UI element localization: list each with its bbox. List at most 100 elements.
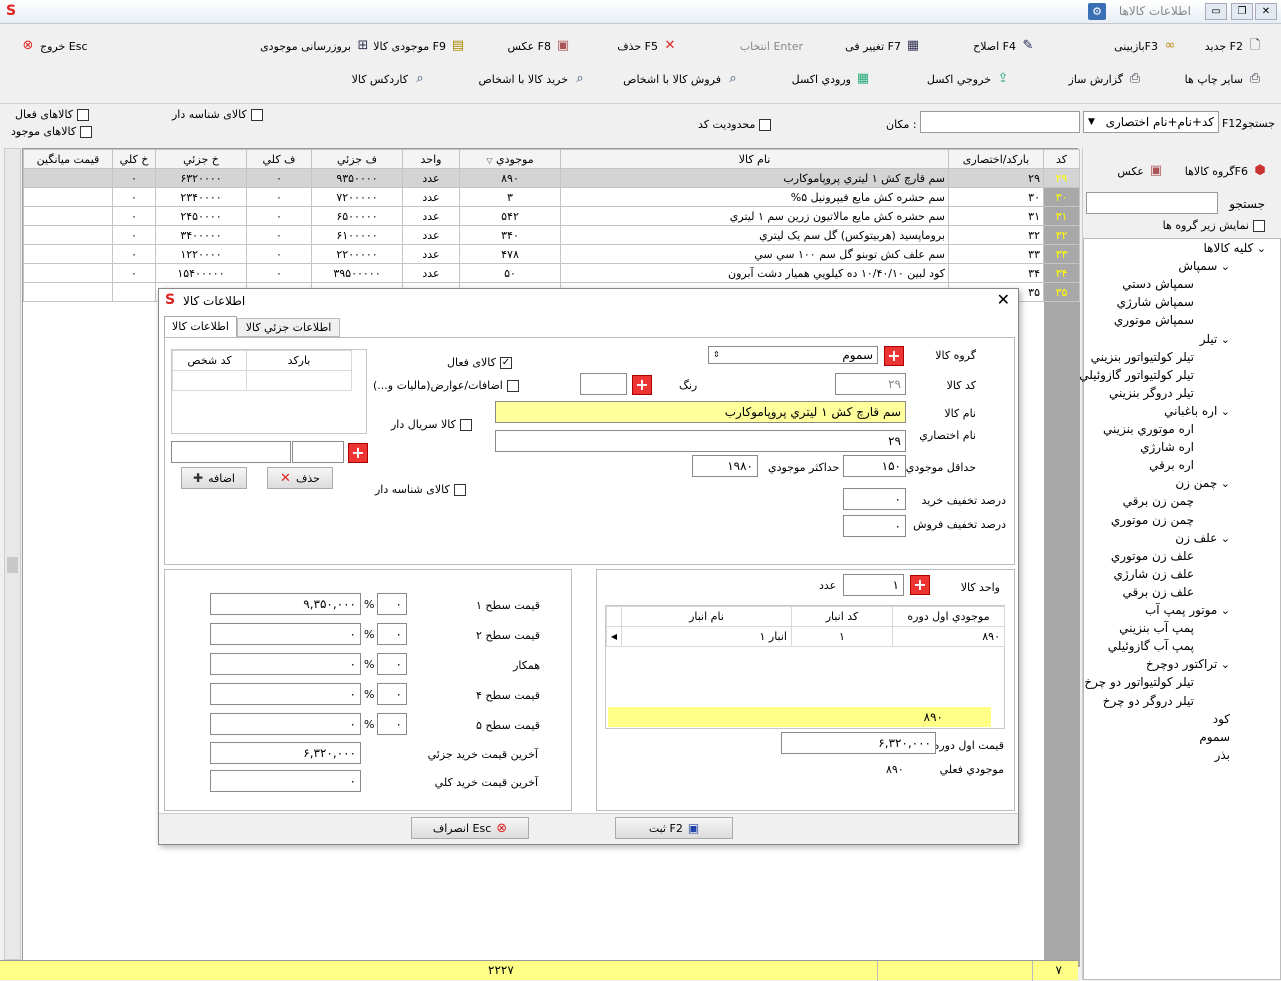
col-name[interactable]: نام کالا [560, 149, 949, 169]
last-wholesale-field[interactable]: ۰ [210, 770, 361, 792]
tree-item[interactable]: چمن زن موتوري [1111, 513, 1194, 527]
toolbar-cardex[interactable]: کاردکس کالا ⌕ [352, 68, 428, 90]
toolbar-exit[interactable]: ⊗ خروج Esc [20, 35, 88, 57]
price-level-percent[interactable]: ۰ [377, 683, 407, 705]
price-level-value[interactable]: ۹,۳۵۰,۰۰۰ [210, 593, 361, 615]
toolbar-excel-import[interactable]: ورودي اکسل ▦ [792, 68, 871, 90]
cell-retail-buy[interactable]: ۱۵۴۰۰۰۰۰ [155, 263, 247, 283]
table-row[interactable]: ۳۲ ۳۲ بروماپسيد (هربيتوکس) گل سم يک ليتري ۳… [23, 225, 1080, 245]
delete-barcode-button[interactable]: ✕ حذف [267, 467, 333, 489]
col-retail-sell[interactable]: ف جزئي [311, 149, 403, 169]
tree-group[interactable]: چمن زن ⌄ [1175, 476, 1230, 490]
code-limit-checkbox[interactable]: محدودیت کد [698, 118, 772, 131]
cell-code[interactable]: ۳۳ [1043, 244, 1080, 264]
cell-avg-price[interactable] [23, 244, 113, 264]
cell-wholesale-buy[interactable]: ۰ [112, 244, 156, 264]
chevron-down-icon[interactable]: ⌄ [1253, 242, 1266, 255]
tree-item[interactable]: پمپ آب گازوئيلي [1108, 639, 1194, 653]
table-row[interactable]: ۳۰ ۳۰ سم حشره کش مايع فيپرونيل ۵% ۳ عدد ۷۲۰۰۰… [23, 187, 1080, 207]
extras-box[interactable] [506, 379, 519, 392]
cell-stock[interactable]: ۵۴۲ [459, 206, 561, 226]
cell-name[interactable]: سم قارچ کش ۱ ليتري پروپاموکارب [560, 168, 949, 188]
table-row[interactable]: ۳۱ ۳۱ سم حشره کش مايع مالاتيون زرين سم ۱ ل… [23, 206, 1080, 226]
min-stock-field[interactable]: ۱۵۰ [843, 455, 906, 477]
show-subgroups-checkbox[interactable]: نمایش زير گروه ها [1163, 219, 1265, 232]
tree-item[interactable]: اره شارژي [1140, 440, 1194, 454]
cell-wholesale-buy[interactable]: ۰ [112, 187, 156, 207]
chevron-down-icon[interactable]: ⌄ [1217, 260, 1230, 273]
cell-wholesale-buy[interactable]: ۰ [112, 206, 156, 226]
toolbar-report-builder[interactable]: گزارش ساز ⎙ [1069, 68, 1143, 90]
tree-item[interactable]: اره موتوري بنزيني [1103, 422, 1194, 436]
tree-group[interactable]: تراکتور دوچرخ ⌄ [1146, 657, 1230, 671]
tree-item[interactable]: تيلر کولتيواتور دو چرخ [1084, 675, 1194, 689]
save-button[interactable]: ثبت F2 ▣ [615, 817, 733, 839]
table-row[interactable]: ۳۳ ۳۳ سم علف کش توبنو گل سم ۱۰۰ سي سي ۴۷۸ عد… [23, 244, 1080, 264]
active-goods-box[interactable] [77, 108, 90, 121]
cell-name[interactable]: سم حشره کش مايع فيپرونيل ۵% [560, 187, 949, 207]
cell-warehouse-name[interactable]: انبار ۱ [621, 626, 792, 647]
tree-item[interactable]: علف زن برقي [1123, 585, 1195, 599]
tree-group[interactable]: اره باغباني ⌄ [1164, 404, 1230, 418]
add-button[interactable]: ✚ اضافه [181, 467, 247, 489]
cell-retail-buy[interactable]: ۲۳۴۰۰۰۰ [155, 187, 247, 207]
tree-group[interactable]: تيلر ⌄ [1200, 332, 1230, 346]
tab-detail-info[interactable]: اطلاعات جزئي کالا [237, 318, 340, 337]
tree-item[interactable]: تيلر کولتيواتور بنزيني [1091, 350, 1194, 364]
tree-group[interactable]: سموم [1199, 730, 1230, 744]
chevron-down-icon[interactable]: ⌄ [1217, 405, 1230, 418]
group-search-input[interactable] [1086, 192, 1218, 214]
code-field[interactable]: ۲۹ [835, 373, 906, 395]
existing-goods-box[interactable] [80, 125, 93, 138]
cell-unit[interactable]: عدد [402, 263, 460, 283]
existing-goods-checkbox[interactable]: کالاهای موجود [11, 125, 93, 138]
cell-stock[interactable]: ۴۷۸ [459, 244, 561, 264]
tree-item[interactable]: چمن زن برقي [1123, 494, 1194, 508]
cell-wholesale-sell[interactable]: ۰ [246, 225, 312, 245]
cell-warehouse-code[interactable]: ۱ [791, 626, 893, 647]
toolbar-new[interactable]: جدید F2 🗋 [1205, 35, 1263, 57]
cell-avg-price[interactable] [23, 225, 113, 245]
cell-avg-price[interactable] [23, 187, 113, 207]
cell-unit[interactable]: عدد [402, 244, 460, 264]
toolbar-excel-export[interactable]: خروجي اکسل ⇪ [927, 68, 1011, 90]
toolbar-update-stock[interactable]: بروزرسانی موجودی ⊞ [260, 35, 371, 57]
color-field[interactable] [580, 373, 627, 395]
toolbar-buy-person[interactable]: خريد کالا با اشخاص ⌕ [479, 68, 589, 90]
cell-unit[interactable]: عدد [402, 206, 460, 226]
cancel-button[interactable]: انصراف Esc ⊗ [411, 817, 529, 839]
cell-avg-price[interactable] [23, 206, 113, 226]
cell-wholesale-buy[interactable]: ۰ [112, 263, 156, 283]
person-empty-cell[interactable] [172, 370, 247, 391]
chevron-down-icon[interactable]: ⌄ [1217, 477, 1230, 490]
tree-item[interactable]: تيلر کولتيواتور گازوئيلي [1079, 368, 1194, 382]
unit-qty-field[interactable]: ۱ [843, 574, 904, 596]
tree-root[interactable]: کليه کالاها ⌄ [1204, 241, 1266, 255]
cell-barcode[interactable]: ۳۱ [948, 206, 1044, 226]
price-level-value[interactable]: ۰ [210, 653, 361, 675]
tree-group[interactable]: بذر [1215, 748, 1230, 762]
extras-checkbox[interactable]: اضافات/عوارض(ماليات و...) [373, 379, 519, 392]
chevron-down-icon[interactable]: ⌄ [1217, 604, 1230, 617]
buy-discount-field[interactable]: ۰ [843, 488, 906, 510]
toolbar-select[interactable]: انتخاب Enter [740, 35, 803, 57]
cell-retail-buy[interactable]: ۱۲۲۰۰۰۰ [155, 244, 247, 264]
cell-code[interactable]: ۳۴ [1043, 263, 1080, 283]
barcode-input[interactable] [171, 441, 291, 463]
dialog-close-icon[interactable]: ✕ [997, 290, 1010, 309]
cell-stock[interactable]: ۸۹۰ [459, 168, 561, 188]
minimize-button[interactable]: ▭ [1205, 3, 1227, 20]
cell-retail-sell[interactable]: ۶۵۰۰۰۰۰ [311, 206, 403, 226]
cell-unit[interactable]: عدد [402, 225, 460, 245]
cell-stock[interactable]: ۳ [459, 187, 561, 207]
chevron-down-icon[interactable]: ⌄ [1217, 532, 1230, 545]
price-level-value[interactable]: ۰ [210, 683, 361, 705]
cell-name[interactable]: کود لبين ۱۰/۴۰/۱۰ ده کيلويي هميار دشت آب… [560, 263, 949, 283]
cell-barcode[interactable]: ۳۴ [948, 263, 1044, 283]
cell-code[interactable]: ۳۲ [1043, 225, 1080, 245]
toolbar-stock[interactable]: موجودی کالا F9 ▤ [373, 35, 466, 57]
active-checkbox[interactable]: کالای فعال ✓ [447, 356, 512, 369]
tree-item[interactable]: علف زن موتوري [1111, 549, 1194, 563]
identifier-box[interactable] [453, 483, 466, 496]
cell-name[interactable]: سم حشره کش مايع مالاتيون زرين سم ۱ ليتري [560, 206, 949, 226]
